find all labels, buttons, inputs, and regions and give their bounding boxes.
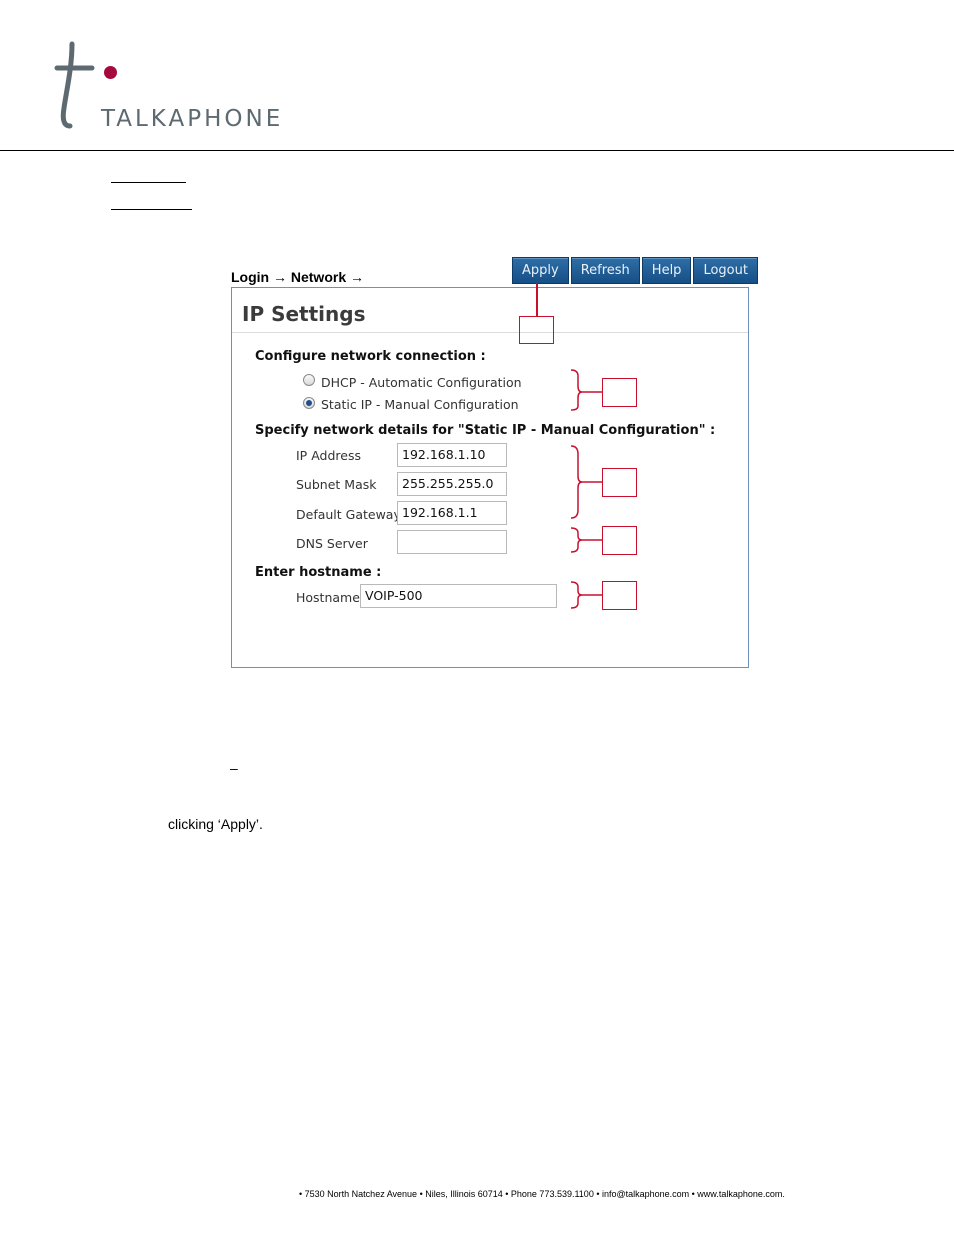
heading-underline-2 — [111, 209, 192, 210]
header-divider — [0, 150, 954, 151]
ip-address-label: IP Address — [296, 448, 361, 463]
hostname-input[interactable]: VOIP-500 — [360, 584, 557, 608]
hostname-label: Hostname — [296, 590, 360, 605]
help-button[interactable]: Help — [641, 257, 692, 284]
details-callout-box — [602, 468, 637, 497]
hostname-callout-box — [602, 581, 637, 610]
dhcp-label: DHCP - Automatic Configuration — [321, 375, 522, 390]
dash-text: – — [230, 760, 238, 776]
page-title: IP Settings — [242, 302, 366, 326]
footer-address: • 7530 North Natchez Avenue • Niles, Ill… — [299, 1189, 785, 1199]
dns-server-label: DNS Server — [296, 536, 368, 551]
refresh-button[interactable]: Refresh — [570, 257, 640, 284]
dns-callout-box — [602, 526, 637, 555]
details-heading: Specify network details for "Static IP -… — [255, 423, 716, 438]
connection-callout-box — [602, 378, 637, 407]
subnet-mask-label: Subnet Mask — [296, 477, 377, 492]
body-text: clicking ‘Apply’. — [168, 816, 263, 832]
hostname-heading: Enter hostname : — [255, 565, 382, 580]
apply-callout-line — [536, 283, 538, 316]
ip-address-input[interactable]: 192.168.1.10 — [397, 443, 507, 467]
dhcp-radio[interactable] — [303, 374, 315, 386]
static-ip-label: Static IP - Manual Configuration — [321, 397, 519, 412]
default-gateway-input[interactable]: 192.168.1.1 — [397, 501, 507, 525]
subnet-mask-input[interactable]: 255.255.255.0 — [397, 472, 507, 496]
breadcrumb: Login → Network → — [231, 269, 364, 285]
connection-heading: Configure network connection : — [255, 349, 486, 364]
toolbar: Apply Refresh Help Logout — [512, 257, 758, 284]
logo-dot — [104, 66, 117, 79]
brand-name: TALKAPHONE — [101, 106, 284, 132]
static-ip-radio[interactable] — [303, 397, 315, 409]
default-gateway-label: Default Gateway — [296, 507, 401, 522]
apply-button[interactable]: Apply — [512, 257, 569, 284]
dns-server-input[interactable] — [397, 530, 507, 554]
ip-settings-panel: IP Settings Configure network connection… — [231, 287, 749, 668]
apply-callout-box — [519, 316, 554, 344]
heading-underline-1 — [111, 182, 186, 183]
title-divider — [232, 332, 748, 333]
logout-button[interactable]: Logout — [693, 257, 758, 284]
